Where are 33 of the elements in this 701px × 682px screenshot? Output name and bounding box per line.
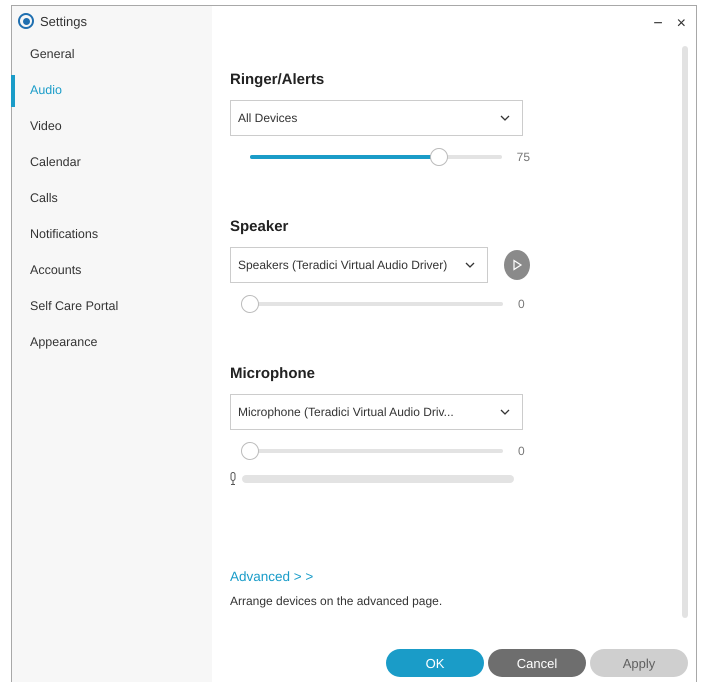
sidebar-item[interactable]: Appearance xyxy=(12,324,212,360)
chevron-down-icon xyxy=(464,262,475,268)
chevron-down-icon xyxy=(500,115,510,121)
volume-value: 75 xyxy=(516,150,530,164)
slider-thumb[interactable] xyxy=(430,148,448,166)
slider-thumb[interactable] xyxy=(241,295,259,313)
section-heading: Ringer/Alerts xyxy=(230,71,326,88)
sidebar-item[interactable]: Calls xyxy=(12,180,212,216)
section-heading: Microphone xyxy=(230,365,316,382)
sidebar-item[interactable]: Calendar xyxy=(12,144,212,180)
sidebar-item[interactable]: Accounts xyxy=(12,252,212,288)
slider-thumb[interactable] xyxy=(241,442,259,460)
app-logo-icon xyxy=(18,13,34,29)
chevron-down-icon xyxy=(500,409,510,415)
device-dropdown[interactable]: Speakers (Teradici Virtual Audio Driver) xyxy=(230,247,488,283)
volume-value: 0 xyxy=(518,444,525,458)
sidebar-item[interactable]: Notifications xyxy=(12,216,212,252)
microphone-icon xyxy=(230,472,236,485)
scrollbar[interactable] xyxy=(682,46,688,618)
sidebar-item[interactable]: Video xyxy=(12,108,212,144)
volume-value: 0 xyxy=(518,297,525,311)
advanced-description: Arrange devices on the advanced page. xyxy=(230,594,444,608)
device-dropdown[interactable]: All Devices xyxy=(230,100,523,136)
minimize-button[interactable]: − xyxy=(653,16,663,32)
play-button[interactable] xyxy=(504,250,530,280)
window-title: Settings xyxy=(40,14,87,28)
close-button[interactable]: × xyxy=(676,16,686,32)
device-dropdown[interactable]: Microphone (Teradici Virtual Audio Driv... xyxy=(230,394,523,430)
section-heading: Speaker xyxy=(230,218,290,235)
dialog-button[interactable]: Cancel xyxy=(488,649,586,677)
sidebar-item[interactable]: General xyxy=(12,36,212,72)
play-icon xyxy=(510,259,523,271)
sidebar-item[interactable]: Self Care Portal xyxy=(12,288,212,324)
